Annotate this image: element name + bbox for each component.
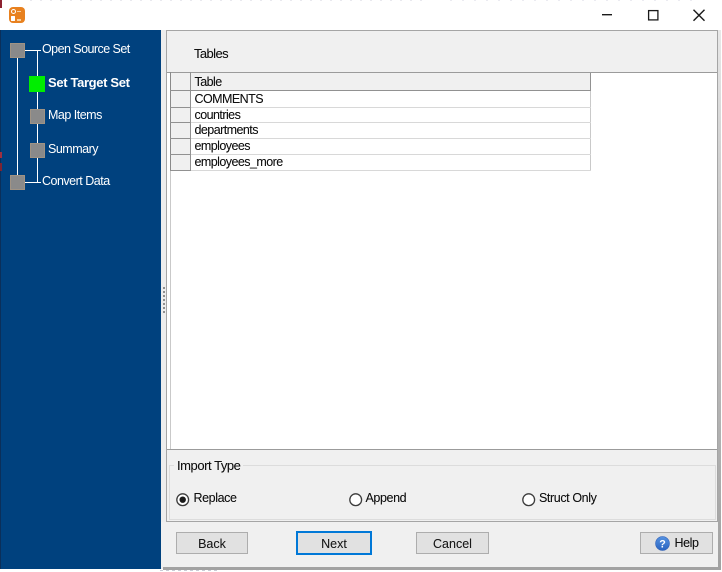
svg-text:?: ? xyxy=(659,538,666,550)
